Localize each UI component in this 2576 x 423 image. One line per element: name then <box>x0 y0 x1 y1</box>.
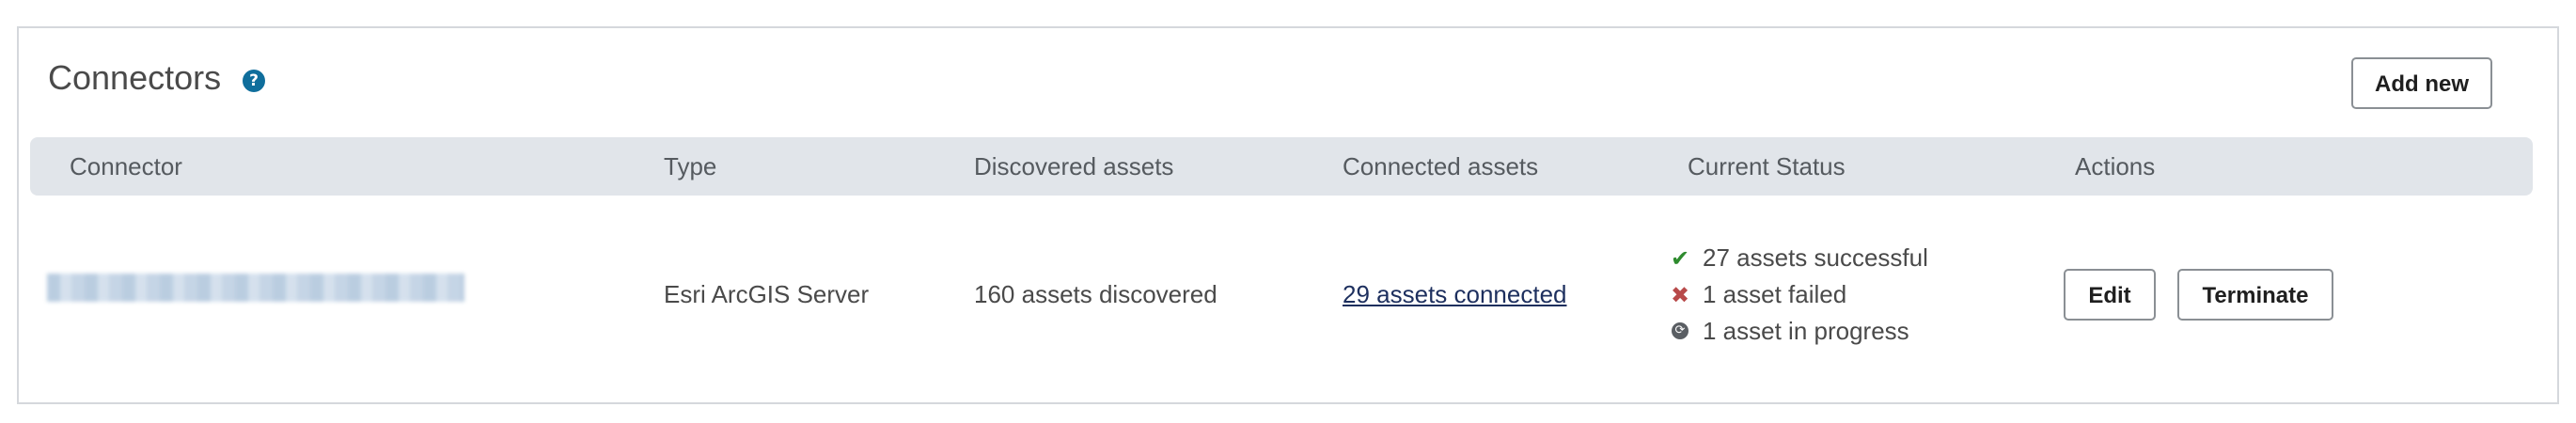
column-header-connected-assets: Connected assets <box>1343 152 1539 180</box>
connector-type: Esri ArcGIS Server <box>664 280 870 308</box>
status-successful: ✔ 27 assets successful <box>1669 243 1928 273</box>
status-failed: ✖ 1 asset failed <box>1669 280 1846 309</box>
status-in-progress-text: 1 asset in progress <box>1703 317 1909 345</box>
column-header-connector: Connector <box>70 152 182 180</box>
connector-name-redacted[interactable] <box>47 274 464 302</box>
status-in-progress: ⟳ 1 asset in progress <box>1669 317 1909 346</box>
column-header-discovered-assets: Discovered assets <box>974 152 1174 180</box>
connected-assets-link[interactable]: 29 assets connected <box>1343 280 1567 309</box>
check-icon: ✔ <box>1670 245 1690 272</box>
page-title: Connectors <box>48 58 222 97</box>
connectors-panel <box>17 26 2559 404</box>
discovered-assets: 160 assets discovered <box>974 280 1217 308</box>
add-new-button[interactable]: Add new <box>2351 57 2492 109</box>
terminate-button[interactable]: Terminate <box>2177 269 2333 321</box>
in-progress-icon: ⟳ <box>1669 318 1691 346</box>
question-circle-icon[interactable]: ? <box>243 70 265 92</box>
status-failed-text: 1 asset failed <box>1703 280 1847 308</box>
column-header-type: Type <box>664 152 717 180</box>
x-icon: ✖ <box>1670 282 1690 308</box>
column-header-actions: Actions <box>2075 152 2156 180</box>
table-header: Connector Type Discovered assets Connect… <box>30 137 2533 196</box>
edit-button[interactable]: Edit <box>2064 269 2156 321</box>
status-successful-text: 27 assets successful <box>1703 243 1928 272</box>
column-header-current-status: Current Status <box>1688 152 1846 180</box>
